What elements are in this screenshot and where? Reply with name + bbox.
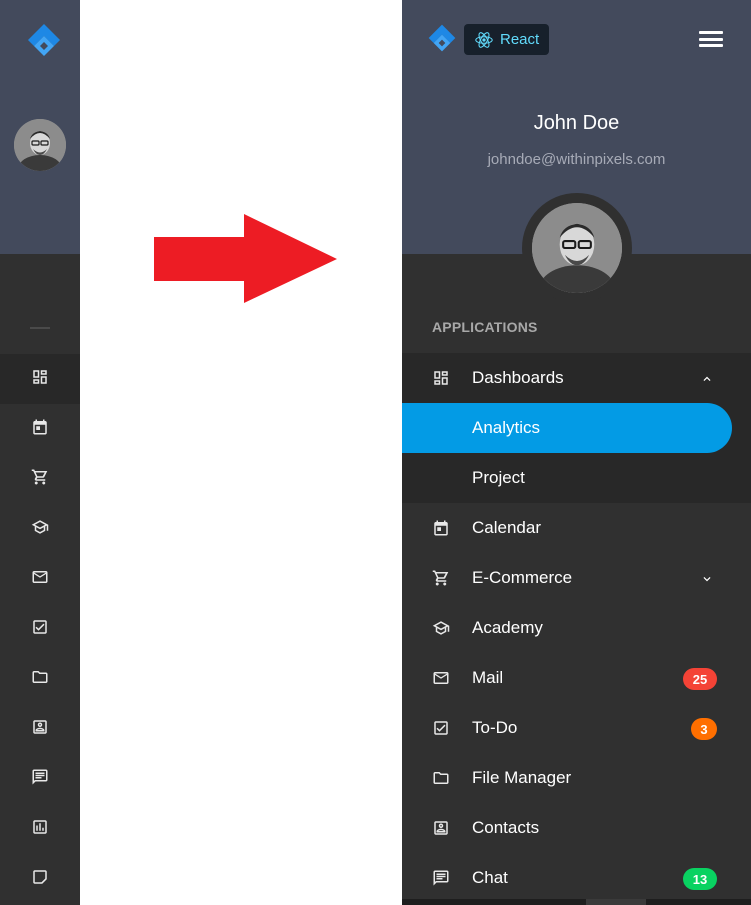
mini-nav-academy[interactable] — [0, 504, 80, 554]
school-icon — [31, 518, 49, 541]
nav-item-analytics[interactable]: Analytics — [402, 403, 732, 453]
user-name: John Doe — [533, 112, 620, 134]
react-badge-label: React — [500, 31, 540, 48]
react-badge: React — [464, 24, 549, 55]
dashboard-icon — [31, 368, 49, 391]
nav-item-file-manager[interactable]: File Manager — [402, 753, 751, 803]
nav-item-label: Contacts — [472, 818, 540, 837]
collapsed-sidebar — [0, 0, 80, 905]
calendar-icon — [31, 418, 49, 441]
nav-item-project[interactable]: Project — [402, 453, 751, 503]
mail-count-badge: 25 — [683, 668, 717, 690]
check-box-icon — [432, 719, 450, 737]
chat-icon — [432, 869, 450, 887]
mail-icon — [31, 568, 49, 591]
chat-icon — [31, 768, 49, 791]
chat-count-badge: 13 — [683, 868, 717, 890]
nav-item-label: Academy — [472, 618, 543, 637]
shopping-cart-icon — [31, 468, 49, 491]
fuse-logo-icon[interactable] — [26, 22, 62, 63]
contacts-icon — [432, 819, 450, 837]
todo-count-badge: 3 — [691, 718, 717, 740]
note-icon — [31, 868, 49, 891]
nav-item-label: Dashboards — [472, 368, 564, 387]
sidebar-scrollbar[interactable] — [402, 899, 751, 905]
nav-item-label: Mail — [472, 668, 504, 687]
expanded-sidebar: React John Doe johndoe@withinpixels.com … — [402, 0, 751, 905]
chevron-down-icon[interactable] — [700, 571, 714, 585]
contacts-icon — [31, 718, 49, 741]
nav-item-ecommerce[interactable]: E-Commerce — [402, 553, 751, 603]
nav-item-academy[interactable]: Academy — [402, 603, 751, 653]
calendar-icon — [432, 519, 450, 537]
user-avatar-ring — [522, 193, 632, 303]
nav-item-chat[interactable]: Chat 13 — [402, 853, 751, 903]
mini-nav-chat[interactable] — [0, 754, 80, 804]
section-title-applications: APPLICATIONS — [432, 319, 538, 335]
nav-item-todo[interactable]: To-Do 3 — [402, 703, 751, 753]
mini-nav-file-manager[interactable] — [0, 654, 80, 704]
nav-item-contacts[interactable]: Contacts — [402, 803, 751, 853]
expand-arrow-icon — [154, 214, 338, 309]
react-logo-icon — [475, 31, 493, 48]
dashboard-icon — [432, 369, 450, 387]
school-icon — [432, 619, 450, 637]
mini-nav-ecommerce[interactable] — [0, 454, 80, 504]
folder-icon — [432, 769, 450, 787]
shopping-cart-icon — [432, 569, 450, 587]
scrollbar-thumb[interactable] — [586, 899, 646, 905]
nav-item-dashboards[interactable]: Dashboards — [402, 353, 751, 403]
user-avatar[interactable] — [14, 119, 66, 171]
chart-icon — [31, 818, 49, 841]
nav-item-label: Chat — [472, 868, 508, 887]
mini-nav-todo[interactable] — [0, 604, 80, 654]
nav-item-mail[interactable]: Mail 25 — [402, 653, 751, 703]
menu-icon-bar — [699, 31, 723, 34]
mini-nav-dashboards[interactable] — [0, 354, 80, 404]
mail-icon — [432, 669, 450, 687]
nav-item-label: Project — [472, 468, 525, 487]
mini-nav-notes[interactable] — [0, 854, 80, 904]
mini-nav-mail[interactable] — [0, 554, 80, 604]
user-email: johndoe@withinpixels.com — [487, 151, 666, 168]
menu-icon-bar — [699, 37, 723, 41]
collapsed-section-divider — [30, 327, 50, 329]
fuse-logo-icon[interactable] — [427, 22, 457, 59]
nav-item-label: File Manager — [472, 768, 572, 787]
nav-item-label: Analytics — [472, 418, 541, 437]
mini-nav-analytics[interactable] — [0, 804, 80, 854]
nav-item-calendar[interactable]: Calendar — [402, 503, 751, 553]
nav-item-label: To-Do — [472, 718, 518, 737]
toggle-navbar-button[interactable] — [698, 28, 724, 50]
nav-item-label: Calendar — [472, 518, 541, 537]
check-box-icon — [31, 618, 49, 641]
mini-nav-calendar[interactable] — [0, 404, 80, 454]
nav-item-label: E-Commerce — [472, 568, 573, 587]
collapsed-sidebar-header — [0, 0, 80, 254]
mini-nav-contacts[interactable] — [0, 704, 80, 754]
user-avatar[interactable] — [532, 203, 622, 293]
menu-icon-bar — [699, 44, 723, 47]
folder-icon — [31, 668, 49, 691]
chevron-up-icon[interactable] — [700, 371, 714, 385]
